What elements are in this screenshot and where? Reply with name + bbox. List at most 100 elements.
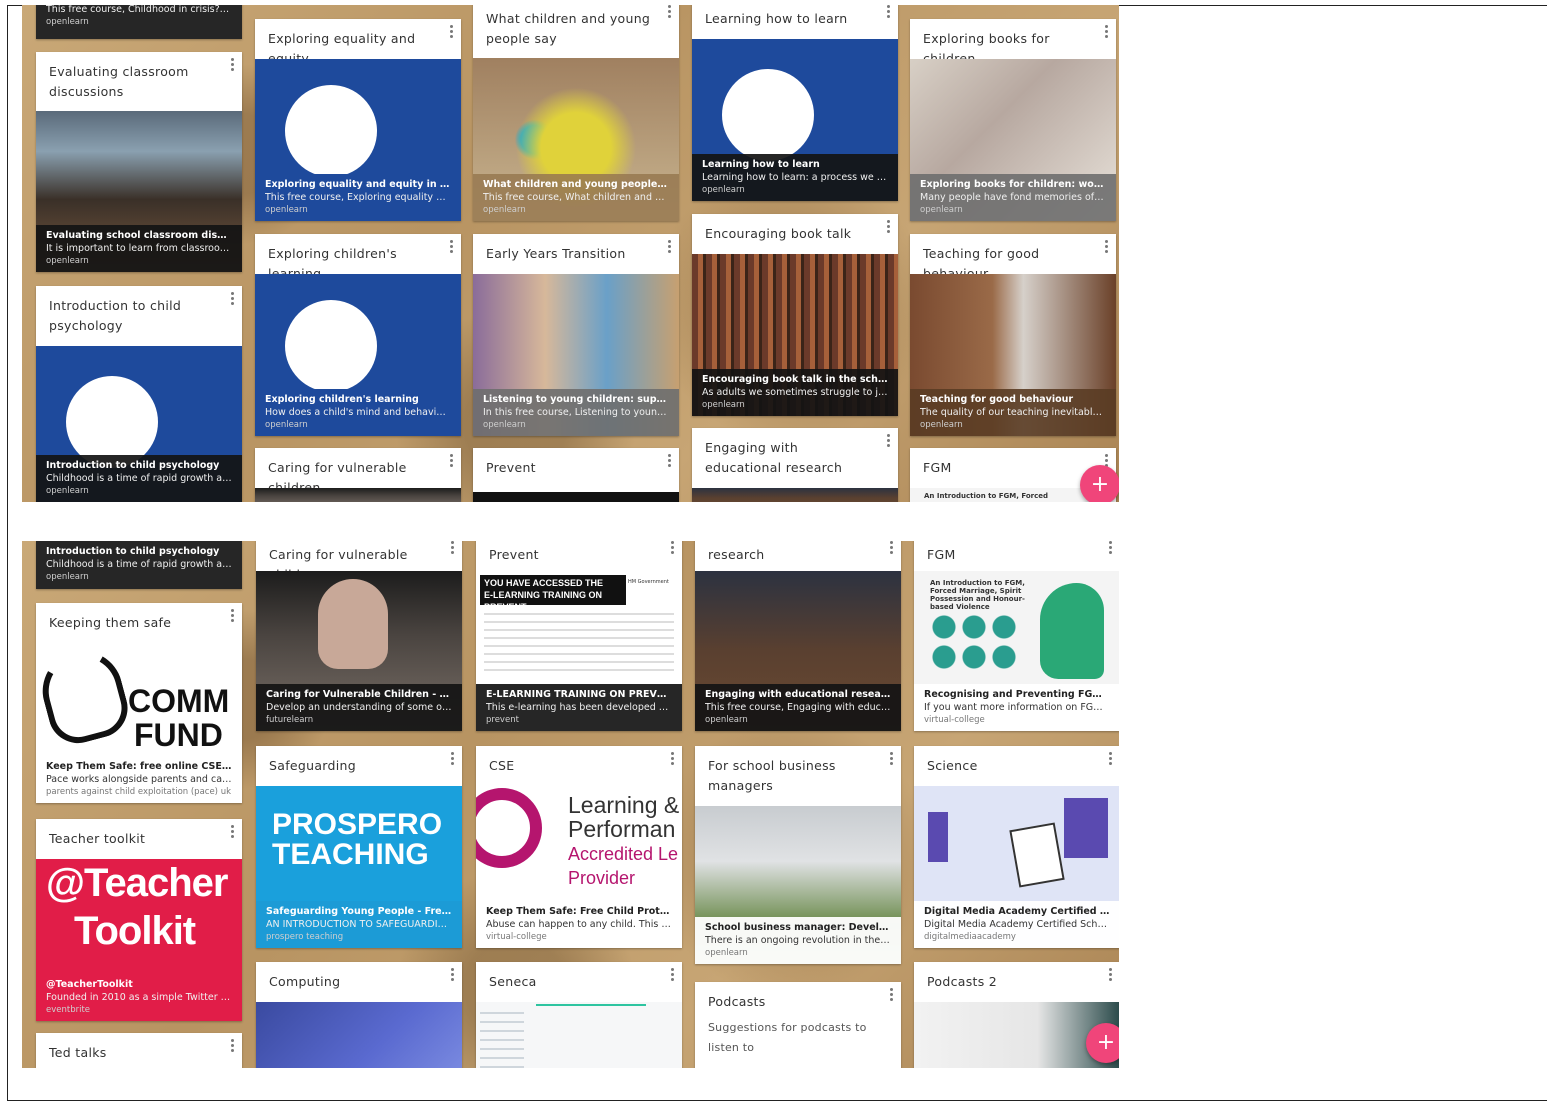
post-thumbnail[interactable]: PROSPERO TEACHING Safeguarding Young Peo…	[256, 786, 462, 948]
more-options-icon[interactable]	[665, 5, 673, 20]
more-options-icon[interactable]	[448, 541, 456, 556]
more-options-icon[interactable]	[448, 966, 456, 983]
post-card-ted-talks[interactable]: Ted talks	[36, 1033, 242, 1068]
padlet-board-top[interactable]: This free course, Childhood in crisis?, …	[22, 5, 1119, 502]
post-thumbnail[interactable]: Exploring books for children: words and.…	[910, 59, 1116, 221]
post-header: Ted talks	[36, 1033, 242, 1063]
post-card-prevent[interactable]: Prevent	[473, 448, 679, 502]
post-card-early-years[interactable]: Early Years Transition Listening to youn…	[473, 234, 679, 436]
more-options-icon[interactable]	[1106, 966, 1114, 983]
more-options-icon[interactable]	[887, 541, 895, 556]
add-post-button[interactable]: +	[1086, 1023, 1119, 1063]
post-card-safeguarding[interactable]: Safeguarding PROSPERO TEACHING Safeguard…	[256, 746, 462, 948]
more-options-icon[interactable]	[1106, 541, 1114, 556]
more-options-icon[interactable]	[884, 5, 892, 20]
more-options-icon[interactable]	[665, 238, 673, 255]
post-thumbnail[interactable]: Learning how to learn Learning how to le…	[692, 39, 898, 201]
more-options-icon[interactable]	[447, 238, 455, 255]
post-thumbnail[interactable]: Engaging with educational research This …	[695, 571, 901, 731]
post-card-book-talk[interactable]: Encouraging book talk Encouraging book t…	[692, 214, 898, 416]
post-card-research[interactable]: research Engaging with educational resea…	[695, 541, 901, 731]
more-options-icon[interactable]	[228, 607, 236, 624]
post-thumbnail[interactable]: An Introduction to FGM, Forced Marriage,…	[914, 571, 1119, 731]
post-thumbnail[interactable]: @Teacher Toolkit @TeacherToolkit Founded…	[36, 859, 242, 1021]
more-options-icon[interactable]	[1106, 750, 1114, 767]
post-thumbnail[interactable]: YOU HAVE ACCESSED THE E-LEARNING TRAININ…	[476, 571, 682, 731]
post-thumbnail[interactable]: Exploring children's learning How does a…	[255, 274, 461, 436]
more-options-icon[interactable]	[887, 750, 895, 767]
post-caption: Introduction to child psychology Childho…	[36, 455, 242, 502]
post-thumbnail[interactable]: COMM FUND Keep Them Safe: free online CS…	[36, 643, 242, 803]
more-options-icon[interactable]	[668, 541, 676, 556]
post-card-keeping-them-safe[interactable]: Keeping them safe COMM FUND Keep Them Sa…	[36, 603, 242, 803]
more-options-icon[interactable]	[1102, 238, 1110, 255]
post-thumbnail[interactable]	[256, 1002, 462, 1068]
post-thumbnail[interactable]: Introduction to child psychology Childho…	[36, 346, 242, 502]
post-card-good-behaviour[interactable]: Teaching for good behaviour Teaching for…	[910, 234, 1116, 436]
post-title: Safeguarding	[269, 758, 356, 773]
more-options-icon[interactable]	[228, 1037, 236, 1054]
post-caption-title: Teaching for good behaviour	[920, 394, 1074, 405]
more-options-icon[interactable]	[448, 750, 456, 767]
post-card-school-business-managers[interactable]: For school business managers School busi…	[695, 746, 901, 964]
post-card-fgm[interactable]: FGM An Introduction to FGM, Forced Marri…	[914, 541, 1119, 731]
post-card-caring-vulnerable[interactable]: Caring for vulnerable children Caring fo…	[256, 541, 462, 731]
more-options-icon[interactable]	[228, 823, 236, 840]
post-thumbnail[interactable]: Encouraging book talk in the school libr…	[692, 254, 898, 416]
post-card-children-young-people-say[interactable]: What children and young people say What …	[473, 5, 679, 221]
post-card-teacher-toolkit[interactable]: Teacher toolkit @Teacher Toolkit @Teache…	[36, 819, 242, 1021]
post-card-equality-equity[interactable]: Exploring equality and equity Exploring …	[255, 19, 461, 221]
more-options-icon[interactable]	[884, 218, 892, 235]
post-thumbnail[interactable]: School business manager: Developing t...…	[695, 806, 901, 964]
post-card-cse[interactable]: CSE Learning & Performan Accredited Le P…	[476, 746, 682, 948]
more-options-icon[interactable]	[887, 986, 895, 1003]
post-thumbnail[interactable]: Exploring equality and equity in educati…	[255, 59, 461, 221]
post-header: Teacher toolkit	[36, 819, 242, 849]
post-caption-title: Introduction to child psychology	[46, 460, 220, 471]
post-thumbnail[interactable]	[473, 492, 679, 502]
post-card-science[interactable]: Science Digital Media Academy Certified …	[914, 746, 1119, 948]
post-thumbnail[interactable]: Listening to young children: supporting …	[473, 274, 679, 436]
post-caption-desc: This free course, Exploring equality and…	[265, 192, 451, 203]
padlet-board-bottom[interactable]: Introduction to child psychology Childho…	[22, 541, 1119, 1068]
post-card-exploring-books[interactable]: Exploring books for children Exploring b…	[910, 19, 1116, 221]
post-card-childhood-crisis[interactable]: This free course, Childhood in crisis?, …	[36, 5, 242, 39]
post-card-child-psychology-partial[interactable]: Introduction to child psychology Childho…	[36, 541, 242, 589]
add-post-button[interactable]: +	[1080, 465, 1119, 502]
post-thumbnail[interactable]: Learning & Performan Accredited Le Provi…	[476, 786, 682, 948]
post-card-caring-vulnerable[interactable]: Caring for vulnerable children	[255, 448, 461, 502]
post-thumbnail[interactable]	[255, 488, 461, 502]
more-options-icon[interactable]	[665, 452, 673, 469]
post-thumbnail[interactable]: Digital Media Academy Certified School..…	[914, 786, 1119, 948]
post-title: Teacher toolkit	[49, 831, 146, 846]
more-options-icon[interactable]	[228, 290, 236, 307]
post-caption-source: virtual-college	[486, 932, 547, 942]
placeholder-circle-icon	[285, 300, 377, 392]
post-card-podcasts[interactable]: Podcasts Suggestions for podcasts to lis…	[695, 982, 901, 1068]
more-options-icon[interactable]	[668, 750, 676, 767]
post-thumbnail[interactable]: Caring for Vulnerable Children - Online …	[256, 571, 462, 731]
post-card-learning-how-to-learn[interactable]: Learning how to learn Learning how to le…	[692, 5, 898, 201]
more-options-icon[interactable]	[228, 56, 236, 73]
more-options-icon[interactable]	[1102, 23, 1110, 40]
post-thumbnail[interactable]: Evaluating school classroom discussion I…	[36, 111, 242, 272]
banner-line-1: YOU HAVE ACCESSED THE	[484, 578, 604, 588]
post-card-prevent[interactable]: Prevent YOU HAVE ACCESSED THE E-LEARNING…	[476, 541, 682, 731]
post-thumbnail[interactable]	[476, 1002, 682, 1068]
post-thumbnail[interactable]: Teaching for good behaviour The quality …	[910, 274, 1116, 436]
post-thumbnail[interactable]	[692, 488, 898, 502]
more-options-icon[interactable]	[668, 966, 676, 983]
post-card-evaluating-classroom[interactable]: Evaluating classroom discussions Evaluat…	[36, 52, 242, 272]
post-card-childrens-learning[interactable]: Exploring children's learning Exploring …	[255, 234, 461, 436]
post-card-seneca[interactable]: Seneca	[476, 962, 682, 1068]
logo-text-line-1: @Teacher	[46, 861, 228, 905]
post-header: research	[695, 541, 901, 565]
more-options-icon[interactable]	[447, 452, 455, 469]
post-caption-desc: Digital Media Academy Certified School..…	[924, 919, 1110, 930]
more-options-icon[interactable]	[884, 432, 892, 449]
post-card-educational-research[interactable]: Engaging with educational research	[692, 428, 898, 502]
more-options-icon[interactable]	[447, 23, 455, 40]
post-thumbnail[interactable]: What children and young people say This …	[473, 58, 679, 221]
post-card-child-psychology[interactable]: Introduction to child psychology Introdu…	[36, 286, 242, 502]
post-card-computing[interactable]: Computing	[256, 962, 462, 1068]
